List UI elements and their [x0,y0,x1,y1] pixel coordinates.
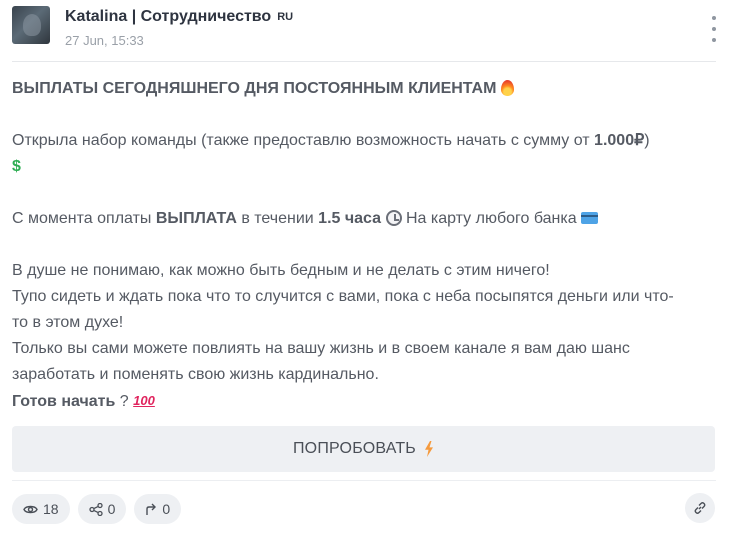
post-header: Katalina | Сотрудничество RU 27 Jun, 15:3… [12,6,721,54]
try-button[interactable]: ПОПРОБОВАТЬ [12,426,715,472]
forward-counter[interactable]: 0 [134,494,182,524]
share-icon [88,502,103,516]
more-vertical-icon[interactable] [707,16,721,42]
credit-card-icon [581,212,599,224]
post-body: ВЫПЛАТЫ СЕГОДНЯШНЕГО ДНЯ ПОСТОЯННЫМ КЛИЕ… [12,76,720,415]
post-stats: 18 0 0 [12,494,182,524]
paragraph-recruitment: Открыла набор команды (также предоставлю… [12,128,720,180]
copy-link-button[interactable] [685,493,715,523]
paragraph-payout: С момента оплаты ВЫПЛАТА в течении 1.5 ч… [12,206,720,232]
link-icon [694,502,706,514]
views-count: 18 [43,501,59,517]
views-counter[interactable]: 18 [12,494,70,524]
paragraph-motivation: В душе не понимаю, как можно быть бедным… [12,258,720,415]
forwards-count: 0 [162,501,171,517]
dollar-icon: $ [12,158,21,175]
forward-icon [146,503,157,515]
share-counter[interactable]: 0 [77,494,127,524]
footer-divider [12,480,716,481]
avatar[interactable] [12,6,50,44]
header-divider [12,61,716,62]
post-title: ВЫПЛАТЫ СЕГОДНЯШНЕГО ДНЯ ПОСТОЯННЫМ КЛИЕ… [12,76,720,102]
post-date: 27 Jun, 15:33 [65,33,144,48]
hundred-points-icon: 100 [133,393,155,408]
language-badge: RU [277,11,294,23]
try-button-label: ПОПРОБОВАТЬ [292,440,416,457]
channel-name[interactable]: Katalina | Сотрудничество RU [65,8,293,26]
channel-name-text[interactable]: Katalina | Сотрудничество [65,8,271,25]
post-card: Katalina | Сотрудничество RU 27 Jun, 15:3… [0,0,733,539]
clock-icon [385,210,402,226]
lightning-icon [425,441,433,457]
fire-icon [500,80,514,96]
shares-count: 0 [107,501,116,517]
eye-icon [23,505,38,513]
